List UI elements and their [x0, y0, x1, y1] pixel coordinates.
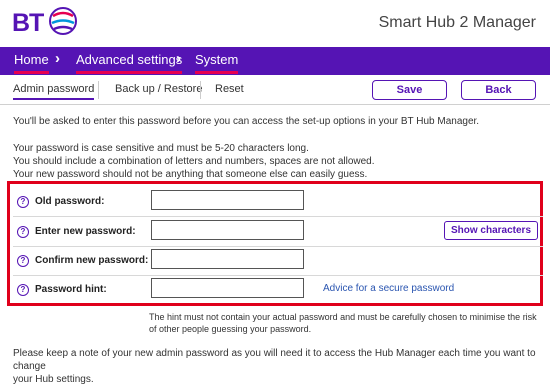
password-hint-row: ? Password hint: Advice for a secure pas… — [13, 275, 543, 305]
old-password-row: ? Old password: — [13, 187, 543, 217]
help-icon[interactable]: ? — [17, 255, 29, 267]
tab-reset[interactable]: Reset — [215, 83, 244, 95]
intro-text: You'll be asked to enter this password b… — [13, 116, 480, 127]
chevron-right-icon: › — [176, 50, 181, 67]
old-password-label: Old password: — [35, 196, 105, 207]
save-button[interactable]: Save — [372, 80, 447, 100]
nav-system[interactable]: System — [195, 52, 239, 74]
back-button[interactable]: Back — [461, 80, 536, 100]
password-hint-input[interactable] — [151, 278, 304, 298]
nav-underline — [14, 71, 49, 74]
tab-divider — [200, 81, 201, 99]
password-rule: Your password is case sensitive and must… — [13, 143, 309, 154]
old-password-input[interactable] — [151, 190, 304, 210]
tab-backup-restore[interactable]: Back up / Restore — [115, 83, 202, 95]
password-hint-label: Password hint: — [35, 284, 107, 295]
new-password-input[interactable] — [151, 220, 304, 240]
password-rule: You should include a combination of lett… — [13, 156, 375, 167]
bt-globe-icon — [49, 7, 77, 35]
new-password-row: ? Enter new password: Show characters — [13, 217, 543, 247]
password-rule: Your new password should not be anything… — [13, 169, 368, 180]
nav-home[interactable]: Home — [14, 52, 49, 74]
hint-note: The hint must not contain your actual pa… — [149, 311, 549, 335]
tab-bar: Admin password Back up / Restore Reset S… — [0, 79, 550, 103]
bt-logo-text: BT — [12, 9, 44, 37]
confirm-password-row: ? Confirm new password: — [13, 246, 543, 276]
show-characters-button[interactable]: Show characters — [444, 221, 538, 240]
tab-divider-line — [0, 104, 550, 105]
tab-divider — [98, 81, 99, 99]
advice-secure-password-link[interactable]: Advice for a secure password — [323, 283, 454, 294]
nav-underline — [76, 71, 183, 74]
confirm-password-input[interactable] — [151, 249, 304, 269]
nav-advanced-settings[interactable]: Advanced settings — [76, 52, 183, 74]
tab-admin-password[interactable]: Admin password — [13, 83, 95, 100]
password-form: ? Old password: ? Enter new password: Sh… — [7, 181, 543, 306]
app-title: Smart Hub 2 Manager — [378, 14, 536, 31]
header: BT Smart Hub 2 Manager — [0, 0, 550, 42]
nav-home-label: Home — [14, 52, 49, 67]
hint-note-line: of other people guessing your password. — [149, 324, 312, 334]
footer-note: Please keep a note of your new admin pas… — [13, 347, 543, 386]
new-password-label: Enter new password: — [35, 226, 136, 237]
nav-system-label: System — [195, 52, 239, 67]
confirm-password-label: Confirm new password: — [35, 255, 149, 266]
footer-note-line: your Hub settings. — [13, 374, 94, 385]
help-icon[interactable]: ? — [17, 196, 29, 208]
hint-note-line: The hint must not contain your actual pa… — [149, 312, 537, 322]
help-icon[interactable]: ? — [17, 284, 29, 296]
nav-underline — [195, 71, 239, 74]
nav-advanced-settings-label: Advanced settings — [76, 52, 183, 67]
breadcrumb: Home › Advanced settings › System — [0, 47, 550, 75]
footer-note-line: Please keep a note of your new admin pas… — [13, 348, 536, 372]
chevron-right-icon: › — [55, 50, 60, 67]
help-icon[interactable]: ? — [17, 226, 29, 238]
